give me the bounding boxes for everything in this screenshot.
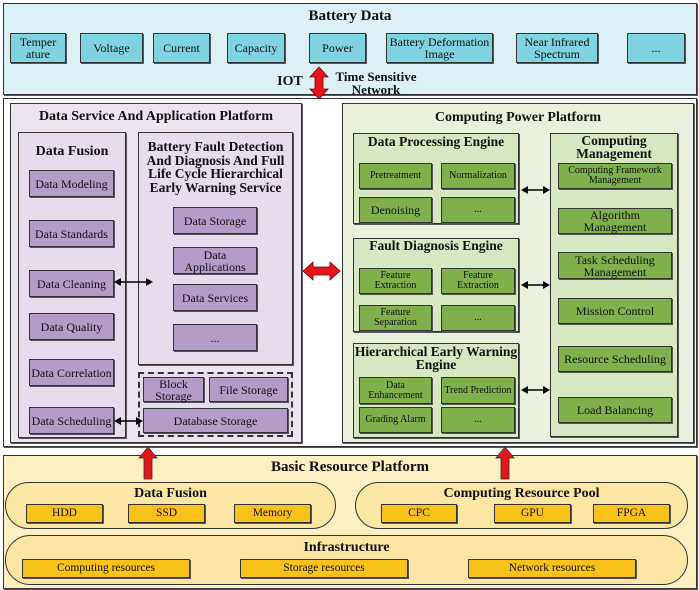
- red-vertical-double-arrow: [309, 66, 329, 100]
- computing-framework-management: Computing Framework Management: [558, 163, 672, 189]
- cpc: CPC: [381, 504, 457, 523]
- data-scheduling: Data Scheduling: [29, 407, 114, 434]
- memory: Memory: [234, 504, 311, 523]
- basic-title: Basic Resource Platform: [270, 459, 429, 475]
- grading-alarm: Grading Alarm: [359, 407, 432, 433]
- iot-label: IOT: [277, 74, 303, 89]
- warning-management-arrow: [521, 386, 550, 394]
- resource-scheduling: Resource Scheduling: [558, 346, 672, 372]
- block-storage: Block Storage: [143, 377, 204, 402]
- trend-prediction: Trend Prediction: [441, 377, 515, 404]
- warning-more: ...: [441, 407, 515, 433]
- algorithm-management: Algorithm Management: [558, 208, 672, 234]
- red-up-arrow-left: [138, 446, 158, 480]
- management-title: Computing Management: [576, 133, 652, 161]
- battery-data-title: Battery Data: [308, 8, 392, 24]
- denoising: Denoising: [359, 197, 432, 223]
- data-correlation: Data Correlation: [29, 359, 114, 386]
- data-standards: Data Standards: [29, 220, 114, 247]
- data-service-title: Data Service And Application Platform: [38, 109, 274, 124]
- processing-more: ...: [441, 197, 515, 223]
- service-more: ...: [173, 324, 257, 351]
- pretreatment: Pretreatment: [359, 163, 432, 189]
- hdd: HDD: [26, 504, 103, 523]
- file-storage: File Storage: [209, 377, 288, 402]
- load-balancing: Load Balancing: [558, 397, 672, 423]
- fault-service-title: Battery Fault Detection And Diagnosis An…: [146, 139, 285, 195]
- cleaning-service-arrow: [114, 278, 153, 286]
- data-cleaning: Data Cleaning: [29, 270, 114, 297]
- battery-item-capacity: Capacity: [227, 33, 285, 63]
- battery-item-near-infrared: Near Infrared Spectrum: [516, 33, 598, 63]
- data-applications: Data Applications: [173, 247, 257, 274]
- storage-resources: Storage resources: [240, 559, 408, 578]
- fpga: FPGA: [593, 504, 670, 523]
- database-storage: Database Storage: [143, 408, 288, 433]
- scheduling-storage-arrow: [114, 417, 143, 425]
- feature-extraction-2: Feature Extraction: [441, 268, 515, 294]
- data-quality: Data Quality: [29, 313, 114, 340]
- basic-fusion-title: Data Fusion: [134, 486, 207, 501]
- computing-resources: Computing resources: [22, 559, 190, 578]
- warning-title: Hierarchical Early Warning Engine: [354, 344, 518, 372]
- fault-management-arrow: [521, 281, 550, 289]
- red-up-arrow-right: [495, 446, 515, 480]
- battery-item-more: ...: [627, 33, 685, 63]
- network-resources: Network resources: [468, 559, 636, 578]
- battery-item-temperature: Temper ature: [10, 33, 66, 63]
- task-scheduling-management: Task Scheduling Management: [558, 252, 672, 279]
- feature-extraction-1: Feature Extraction: [359, 268, 432, 294]
- battery-item-current: Current: [153, 33, 210, 63]
- architecture-diagram: Battery Data Temper ature Voltage Curren…: [0, 0, 699, 590]
- data-modeling: Data Modeling: [29, 170, 114, 197]
- normalization: Normalization: [441, 163, 515, 189]
- data-services: Data Services: [173, 284, 257, 311]
- computing-title: Computing Power Platform: [434, 110, 602, 125]
- fault-title: Fault Diagnosis Engine: [369, 238, 503, 253]
- infra-title: Infrastructure: [303, 540, 390, 555]
- data-enhancement: Data Enhancement: [359, 377, 432, 404]
- red-horizontal-double-arrow: [302, 261, 341, 281]
- mission-control: Mission Control: [558, 298, 672, 324]
- gpu: GPU: [494, 504, 571, 523]
- pool-title: Computing Resource Pool: [443, 486, 600, 501]
- battery-item-voltage: Voltage: [80, 33, 143, 63]
- time-sensitive-network-label: Time Sensitive Network: [335, 69, 417, 97]
- processing-management-arrow: [521, 186, 550, 194]
- battery-item-power: Power: [309, 33, 366, 63]
- processing-title: Data Processing Engine: [367, 134, 505, 149]
- fault-more: ...: [441, 305, 515, 331]
- ssd: SSD: [128, 504, 205, 523]
- data-storage: Data Storage: [173, 207, 257, 234]
- data-fusion-title: Data Fusion: [35, 144, 109, 159]
- battery-item-deformation-image: Battery Deformation Image: [386, 33, 493, 63]
- feature-separation: Feature Separation: [359, 305, 432, 331]
